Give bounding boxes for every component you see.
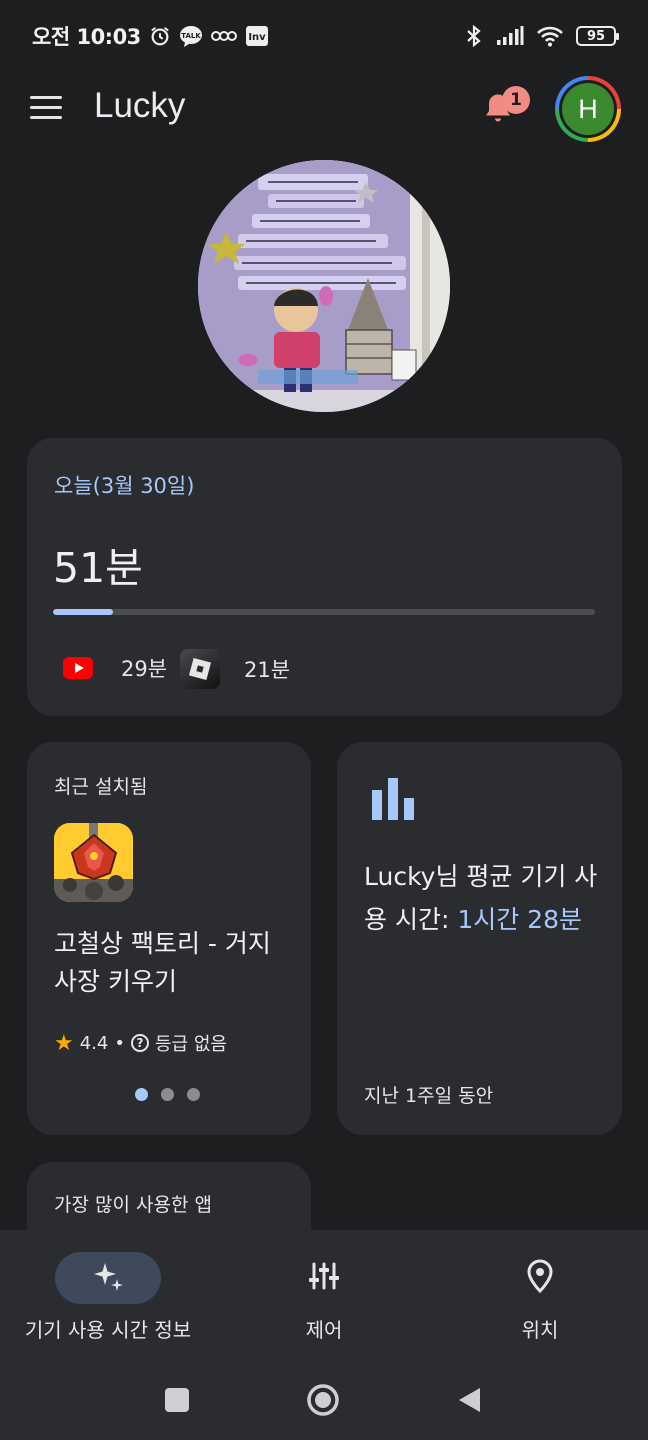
signal-icon [496, 26, 524, 46]
svg-text:Inv: Inv [248, 32, 266, 43]
content-rating: 등급 없음 [155, 1034, 227, 1055]
page-dot[interactable] [187, 1088, 200, 1101]
account-avatar-button[interactable]: H [555, 76, 621, 142]
nav-label: 제어 [305, 1318, 343, 1342]
game-app-name: 고철상 팩토리 - 거지 사장 키우기 [54, 929, 271, 996]
back-button[interactable] [452, 1382, 488, 1418]
kakaotalk-icon: TALK [179, 25, 203, 47]
average-usage-card[interactable]: Lucky님 평균 기기 사용 시간: 1시간 28분 지난 1주일 동안 [337, 742, 622, 1135]
status-time: 오전 10:03 [32, 25, 141, 49]
page-indicator [135, 1088, 200, 1101]
nav-item-screen-time[interactable]: 기기 사용 시간 정보 [0, 1230, 216, 1360]
rating-value: 4.4 [79, 1032, 109, 1054]
inven-icon: Inv [245, 25, 269, 47]
system-navigation-bar [0, 1360, 648, 1440]
nav-item-controls[interactable]: 제어 [216, 1230, 432, 1360]
menu-icon[interactable] [30, 96, 62, 120]
nav-active-indicator [55, 1252, 161, 1304]
notification-badge: 1 [502, 86, 530, 114]
roblox-icon [180, 649, 220, 689]
recently-installed-card[interactable]: 최근 설치됨 고철상 팩토리 - 거지 사장 키우기 ★ 4.4 • ? 등급 … [27, 742, 311, 1135]
svg-text:TALK: TALK [181, 32, 201, 40]
app-title: Lucky [94, 86, 186, 125]
game-rating-row: ★ 4.4 • ? 등급 없음 [54, 1030, 227, 1056]
today-usage-progress [53, 609, 595, 615]
page-dot[interactable] [135, 1088, 148, 1101]
youtube-icon [59, 649, 97, 687]
bottom-navigation: 기기 사용 시간 정보 제어 위치 [0, 1230, 648, 1360]
average-usage-value: 1시간 28분 [457, 905, 582, 934]
today-date-label: 오늘(3월 30일) [54, 474, 195, 498]
star-icon: ★ [54, 1030, 74, 1056]
sliders-icon [308, 1260, 340, 1296]
page-dot[interactable] [161, 1088, 174, 1101]
today-total-time: 51분 [53, 544, 143, 592]
app-usage-duration: 29분 [121, 657, 168, 681]
status-bar: 오전 10:03 TALK Inv 95 [0, 0, 648, 72]
avatar: H [562, 83, 614, 135]
battery-indicator: 95 [576, 26, 619, 46]
nav-label: 위치 [521, 1318, 559, 1342]
loop-icon [210, 29, 237, 43]
bar-chart-icon [372, 778, 414, 820]
app-usage-youtube[interactable]: 29분 [59, 649, 167, 687]
recents-button[interactable] [159, 1382, 195, 1418]
nav-label: 기기 사용 시간 정보 [24, 1318, 192, 1342]
help-circle-icon: ? [131, 1034, 149, 1052]
average-usage-text: Lucky님 평균 기기 사용 시간: 1시간 28분 [364, 855, 604, 941]
location-pin-icon [525, 1259, 555, 1297]
app-bar: Lucky 1 H [0, 72, 648, 144]
app-usage-duration: 21분 [244, 658, 291, 682]
home-button[interactable] [305, 1382, 341, 1418]
most-used-apps-title: 가장 많이 사용한 앱 [54, 1194, 212, 1216]
nav-icon-container [487, 1252, 593, 1304]
game-app-icon [54, 823, 133, 902]
app-usage-roblox[interactable]: 21분 [180, 649, 290, 689]
sparkle-icon [91, 1259, 125, 1297]
recently-installed-title: 최근 설치됨 [54, 776, 148, 798]
alarm-icon [149, 25, 171, 47]
today-usage-progress-fill [53, 609, 113, 615]
bluetooth-icon [464, 24, 484, 48]
average-usage-period: 지난 1주일 동안 [364, 1085, 494, 1107]
rating-separator: • [114, 1032, 125, 1054]
nav-icon-container [271, 1252, 377, 1304]
wifi-icon [536, 25, 564, 47]
profile-photo [198, 160, 450, 412]
nav-item-location[interactable]: 위치 [432, 1230, 648, 1360]
today-usage-card[interactable]: 오늘(3월 30일) 51분 29분 21분 [27, 438, 622, 716]
